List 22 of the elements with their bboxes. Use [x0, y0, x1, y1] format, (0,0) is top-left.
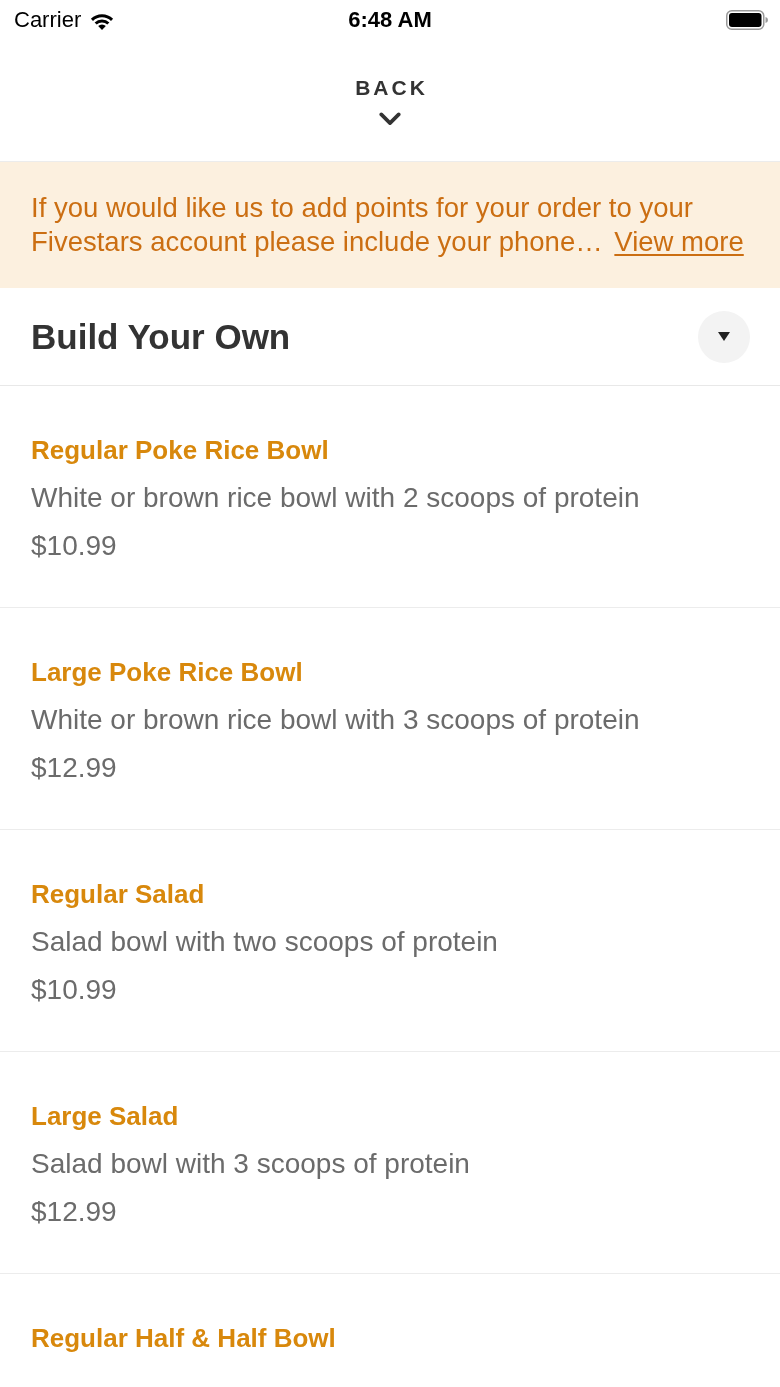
item-description: Salad bowl with 3 scoops of protein — [31, 1147, 470, 1181]
section-title: Build Your Own — [31, 316, 291, 357]
item-price: $12.99 — [31, 1195, 117, 1229]
view-more-link[interactable]: View more — [614, 226, 744, 257]
item-description: White or brown rice bowl with 3 scoops of protein — [31, 703, 640, 737]
item-price: $12.99 — [31, 751, 117, 785]
chevron-down-icon — [379, 112, 401, 126]
carrier-label: Carrier — [14, 7, 82, 33]
battery-icon — [726, 10, 768, 30]
caret-icon — [718, 332, 730, 341]
item-title[interactable]: Regular Poke Rice Bowl — [31, 426, 329, 474]
item-description: Salad bowl with two scoops of protein — [31, 925, 498, 959]
item-title[interactable]: Large Poke Rice Bowl — [31, 648, 303, 696]
item-price: $10.99 — [31, 973, 117, 1007]
item-title[interactable]: Regular Half & Half Bowl — [31, 1314, 336, 1362]
item-title[interactable]: Regular Salad — [31, 870, 205, 918]
item-title[interactable]: Large Salad — [31, 1092, 179, 1140]
banner-message: If you would like us to add points for your order to your Fivestars account please include your phone… View more — [31, 191, 745, 259]
item-description: White or brown rice bowl with 2 scoops of protein — [31, 481, 640, 515]
back-button[interactable]: BACK — [352, 76, 428, 126]
item-price: $10.99 — [31, 529, 117, 563]
clock-time: 6:48 AM — [348, 7, 432, 33]
